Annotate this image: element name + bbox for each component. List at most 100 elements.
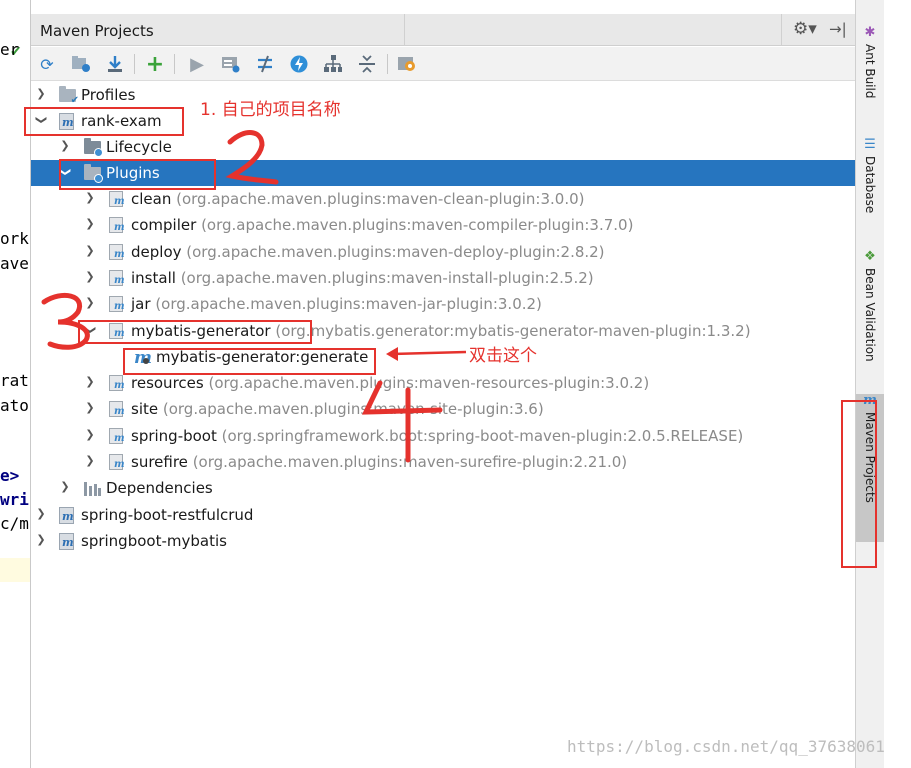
plugin-coordinates: (org.apache.maven.plugins:maven-install-… — [180, 268, 594, 287]
tree-row-plugin-site[interactable]: ❯ site (org.apache.maven.plugins:maven-si… — [31, 396, 855, 422]
tree-row-plugin-surefire[interactable]: ❯ surefire (org.apache.maven.plugins:mave… — [31, 449, 855, 475]
maven-plugin-icon — [109, 374, 127, 392]
plugin-coordinates: (org.apache.maven.plugins:maven-site-plu… — [162, 400, 544, 419]
code-fragment: e> — [0, 466, 20, 485]
maven-module-icon — [59, 506, 77, 524]
plugin-label: surefire (org.apache.maven.plugins:maven… — [131, 453, 627, 471]
expand-arrow-icon[interactable]: ❯ — [35, 87, 47, 101]
expand-arrow-icon[interactable]: ❯ — [35, 507, 47, 521]
maven-plugin-icon — [109, 269, 127, 287]
plugin-coordinates: (org.apache.maven.plugins:maven-resource… — [208, 374, 650, 393]
plugin-label: install (org.apache.maven.plugins:maven-… — [131, 269, 594, 287]
expand-arrow-icon[interactable]: ❯ — [84, 401, 96, 415]
plugin-coordinates: (org.apache.maven.plugins:maven-compiler… — [201, 216, 634, 235]
expand-arrow-icon[interactable]: ❯ — [84, 375, 96, 389]
dependencies-label: Dependencies — [106, 479, 213, 497]
collapse-all-icon[interactable] — [355, 52, 379, 76]
maven-plugin-icon — [109, 295, 127, 313]
download-icon[interactable] — [103, 52, 127, 76]
expand-arrow-icon[interactable]: ❯ — [84, 296, 96, 310]
generate-sources-icon[interactable] — [69, 52, 93, 76]
tree-row-plugin-compiler[interactable]: ❯ compiler (org.apache.maven.plugins:mave… — [31, 212, 855, 238]
tree-row-plugin-deploy[interactable]: ❯ deploy (org.apache.maven.plugins:maven-… — [31, 239, 855, 265]
maven-plugin-icon — [109, 190, 127, 208]
ant-icon: ✱ — [864, 25, 876, 40]
settings-gear-icon[interactable]: ⚙▾ — [793, 19, 817, 39]
plugin-coordinates: (org.apache.maven.plugins:maven-jar-plug… — [155, 295, 542, 314]
code-fragment: c/m — [0, 514, 29, 533]
plugin-coordinates: (org.springframework.boot:spring-boot-ma… — [221, 426, 744, 445]
plugin-label: resources (org.apache.maven.plugins:mave… — [131, 374, 649, 392]
expand-arrow-icon[interactable]: ❯ — [59, 139, 71, 153]
expand-arrow-icon[interactable]: ❯ — [35, 533, 47, 547]
tool-window-title: Maven Projects — [40, 22, 154, 40]
tree-row-dependencies[interactable]: ❯ Dependencies — [31, 475, 855, 501]
show-dependencies-icon[interactable] — [321, 52, 345, 76]
tool-window-header: Maven Projects ⚙▾ →| — [31, 14, 855, 46]
maven-toolbar: ⟳ + ▶ — [31, 47, 855, 81]
annotation-box-goal — [123, 348, 376, 375]
reimport-icon[interactable]: ⟳ — [35, 52, 59, 76]
plugin-label: spring-boot (org.springframework.boot:sp… — [131, 427, 743, 445]
code-fragment: wri — [0, 490, 29, 509]
settings-icon[interactable] — [395, 52, 419, 76]
tree-row-project-spring-boot-restfulcrud[interactable]: ❯ spring-boot-restfulcrud — [31, 502, 855, 528]
item-name: spring-boot — [131, 426, 217, 445]
run-icon[interactable]: ▶ — [185, 52, 209, 76]
expand-arrow-icon[interactable]: ❯ — [84, 428, 96, 442]
item-name: surefire — [131, 453, 188, 471]
tree-row-profiles[interactable]: ❯ ✔ Profiles — [31, 82, 855, 108]
side-tab-database[interactable]: ☰ Database — [856, 137, 884, 214]
item-name: deploy — [131, 242, 182, 261]
code-fragment: rat — [0, 371, 29, 390]
annotation-note-double-click: 双击这个 — [469, 346, 537, 366]
plugin-label: clean (org.apache.maven.plugins:maven-cl… — [131, 190, 585, 208]
bean-icon: ❖ — [864, 249, 876, 264]
tree-row-plugin-install[interactable]: ❯ install (org.apache.maven.plugins:maven… — [31, 265, 855, 291]
code-fragment: er — [0, 40, 20, 59]
skip-tests-icon[interactable] — [287, 52, 311, 76]
run-config-icon[interactable] — [219, 52, 243, 76]
item-name: jar — [131, 295, 151, 314]
item-name: Dependencies — [106, 479, 213, 498]
code-fragment: ato — [0, 396, 29, 415]
item-name: springboot-mybatis — [81, 531, 227, 550]
plugin-label: compiler (org.apache.maven.plugins:maven… — [131, 216, 633, 234]
tree-row-plugin-spring-boot[interactable]: ❯ spring-boot (org.springframework.boot:s… — [31, 423, 855, 449]
hide-window-icon[interactable]: →| — [829, 20, 847, 38]
maven-plugin-icon — [109, 427, 127, 445]
lifecycle-folder-icon — [84, 138, 103, 157]
add-icon[interactable]: + — [143, 52, 167, 77]
expand-arrow-icon[interactable]: ❯ — [84, 454, 96, 468]
item-name: resources — [131, 374, 204, 393]
annotation-box-plugin — [78, 320, 312, 344]
tree-row-project-springboot-mybatis[interactable]: ❯ springboot-mybatis — [31, 528, 855, 554]
item-name: site — [131, 400, 159, 419]
annotation-box-plugins — [59, 159, 216, 190]
expand-arrow-icon[interactable]: ❯ — [84, 270, 96, 284]
annotation-box-side-tab — [841, 400, 877, 568]
project-label: spring-boot-restfulcrud — [81, 506, 253, 524]
plugin-coordinates: (org.apache.maven.plugins:maven-deploy-p… — [186, 242, 605, 261]
tree-row-lifecycle[interactable]: ❯ Lifecycle — [31, 134, 855, 160]
expand-arrow-icon[interactable]: ❯ — [59, 480, 71, 494]
database-icon: ☰ — [864, 137, 876, 152]
maven-module-icon — [59, 532, 77, 550]
item-name: install — [131, 268, 176, 287]
expand-arrow-icon[interactable]: ❯ — [84, 191, 96, 205]
profiles-label: Profiles — [81, 86, 136, 104]
profiles-folder-icon: ✔ — [59, 86, 79, 106]
tree-row-plugin-jar[interactable]: ❯ jar (org.apache.maven.plugins:maven-jar… — [31, 291, 855, 317]
side-tab-ant-build[interactable]: ✱ Ant Build — [856, 25, 884, 99]
expand-arrow-icon[interactable]: ❯ — [84, 217, 96, 231]
side-tab-bean-validation[interactable]: ❖ Bean Validation — [856, 250, 884, 362]
maven-plugin-icon — [109, 216, 127, 234]
watermark: https://blog.csdn.net/qq_37638061 — [567, 737, 885, 756]
plugin-label: jar (org.apache.maven.plugins:maven-jar-… — [131, 295, 542, 313]
lifecycle-label: Lifecycle — [106, 138, 172, 156]
plugin-coordinates: (org.apache.maven.plugins:maven-surefire… — [192, 453, 628, 471]
dependencies-icon — [84, 479, 102, 497]
expand-arrow-icon[interactable]: ❯ — [84, 244, 96, 258]
annotation-box-project — [24, 107, 184, 136]
toggle-offline-icon[interactable] — [253, 52, 277, 76]
